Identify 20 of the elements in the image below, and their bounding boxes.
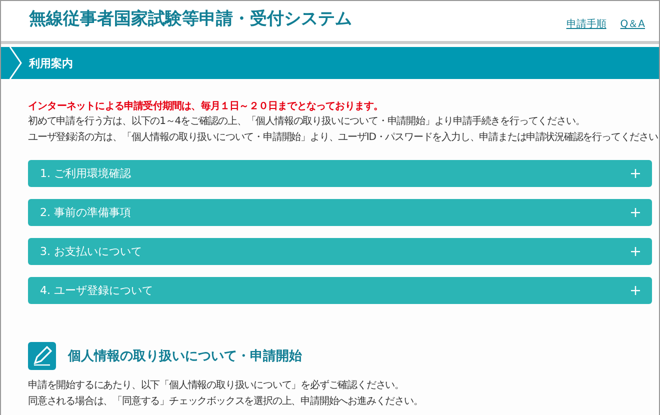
section-title: 利用案内 xyxy=(29,56,73,70)
plus-icon xyxy=(631,247,640,256)
info-text: 同意される場合は、「同意する」チェックボックスを選択の上、申請開始へお進みください。 xyxy=(28,394,423,409)
site-title: 無線従事者国家試験等申請・受付システム xyxy=(29,8,352,30)
accordion-header[interactable]: 4. ユーザ登録について xyxy=(28,277,652,304)
pencil-icon xyxy=(28,342,56,370)
info-text: 初めて申請を行う方は、以下の1～4をご確認の上、「個人情報の取り扱いについて・申請開始」より申請手続きを行ってください。 xyxy=(28,114,585,129)
plus-icon xyxy=(631,169,640,178)
plus-icon xyxy=(631,208,640,217)
info-text: ユーザ登録済の方は、「個人情報の取り扱いについて・申請開始」より、ユーザID・パスワードを入力し、申請または申請状況確認を行ってください。 xyxy=(28,130,659,145)
header-link[interactable]: Q＆A xyxy=(620,17,645,31)
header-link[interactable]: 申請手順 xyxy=(566,17,606,31)
accordion-header[interactable]: 3. お支払いについて xyxy=(28,238,652,265)
chevron-icon xyxy=(9,47,23,79)
section-heading: 個人情報の取り扱いについて・申請開始 xyxy=(68,348,302,365)
info-text: 申請を開始するにあたり、以下「個人情報の取り扱いについて」を必ずご確認ください。 xyxy=(28,378,404,393)
alert-text: インターネットによる申請受付期間は、毎月１日～２０日までとなっております。 xyxy=(28,100,384,114)
plus-icon xyxy=(631,286,640,295)
accordion-header[interactable]: 2. 事前の準備事項 xyxy=(28,199,652,226)
accordion-header[interactable]: 1. ご利用環境確認 xyxy=(28,160,652,187)
